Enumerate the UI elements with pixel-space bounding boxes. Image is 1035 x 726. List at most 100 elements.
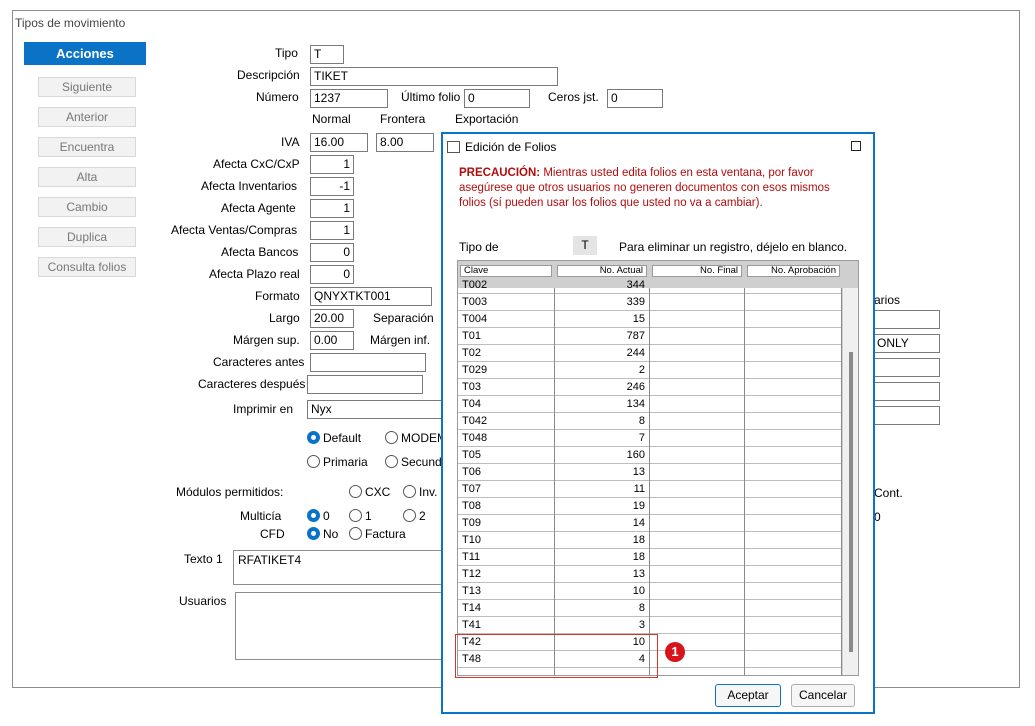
largo-field[interactable]: 20.00 bbox=[310, 309, 354, 328]
table-row[interactable]: T11 18 bbox=[458, 549, 842, 566]
cell-aprobacion[interactable] bbox=[745, 634, 841, 651]
cell-aprobacion[interactable] bbox=[745, 481, 841, 498]
siguiente-button[interactable]: Siguiente bbox=[38, 77, 136, 97]
numero-field[interactable]: 1237 bbox=[310, 89, 388, 108]
cell-final[interactable] bbox=[650, 600, 744, 617]
vertical-scrollbar[interactable] bbox=[842, 288, 858, 675]
table-row[interactable]: T14 8 bbox=[458, 600, 842, 617]
radio-primaria[interactable] bbox=[307, 455, 320, 468]
cell-final[interactable] bbox=[650, 617, 744, 634]
cell-clave[interactable]: T048 bbox=[458, 430, 554, 447]
col-actual-header[interactable]: No. Actual bbox=[557, 265, 647, 277]
ceros-field[interactable]: 0 bbox=[607, 89, 663, 108]
texto1-field[interactable]: RFATIKET4 bbox=[233, 550, 443, 585]
cell-actual[interactable]: 18 bbox=[555, 549, 649, 566]
cell-aprobacion[interactable] bbox=[745, 464, 841, 481]
table-row[interactable]: T003 339 bbox=[458, 294, 842, 311]
descripcion-field[interactable]: TIKET bbox=[310, 67, 558, 86]
cell-actual[interactable]: 18 bbox=[555, 532, 649, 549]
alta-button[interactable]: Alta bbox=[38, 167, 136, 187]
cell-clave[interactable]: T003 bbox=[458, 294, 554, 311]
cell-final[interactable] bbox=[650, 634, 744, 651]
cell-clave[interactable]: T05 bbox=[458, 447, 554, 464]
cell-aprobacion[interactable] bbox=[745, 600, 841, 617]
iva-normal-field[interactable]: 16.00 bbox=[310, 133, 368, 152]
table-row[interactable]: T042 8 bbox=[458, 413, 842, 430]
cell-clave[interactable]: T04 bbox=[458, 396, 554, 413]
cell-aprobacion[interactable] bbox=[745, 362, 841, 379]
cell-aprobacion[interactable] bbox=[745, 345, 841, 362]
cell-actual[interactable]: 7 bbox=[555, 430, 649, 447]
cell-aprobacion[interactable] bbox=[745, 549, 841, 566]
table-row[interactable]: T01 787 bbox=[458, 328, 842, 345]
table-row[interactable]: T002 344 bbox=[458, 277, 842, 294]
cell-final[interactable] bbox=[650, 294, 744, 311]
cell-actual[interactable]: 134 bbox=[555, 396, 649, 413]
cell-aprobacion[interactable] bbox=[745, 379, 841, 396]
cell-final[interactable] bbox=[650, 379, 744, 396]
margen-sup-field[interactable]: 0.00 bbox=[310, 331, 354, 350]
cell-actual[interactable]: 244 bbox=[555, 345, 649, 362]
cell-actual[interactable]: 10 bbox=[555, 583, 649, 600]
cell-final[interactable] bbox=[650, 566, 744, 583]
table-row[interactable]: T41 3 bbox=[458, 617, 842, 634]
cell-aprobacion[interactable] bbox=[745, 277, 841, 294]
table-row[interactable]: T048 7 bbox=[458, 430, 842, 447]
radio-default[interactable] bbox=[307, 431, 320, 444]
cell-aprobacion[interactable] bbox=[745, 532, 841, 549]
cell-aprobacion[interactable] bbox=[745, 583, 841, 600]
radio-cfd-no[interactable] bbox=[307, 527, 320, 540]
cell-actual[interactable]: 787 bbox=[555, 328, 649, 345]
cell-final[interactable] bbox=[650, 413, 744, 430]
cell-aprobacion[interactable] bbox=[745, 617, 841, 634]
caracteres-antes-field[interactable] bbox=[310, 353, 426, 372]
radio-mod-inv[interactable] bbox=[403, 485, 416, 498]
cell-final[interactable] bbox=[650, 651, 744, 668]
cell-aprobacion[interactable] bbox=[745, 396, 841, 413]
table-row[interactable]: T08 19 bbox=[458, 498, 842, 515]
right-partial-field-5[interactable] bbox=[873, 406, 940, 425]
duplica-button[interactable]: Duplica bbox=[38, 227, 136, 247]
cell-clave[interactable]: T12 bbox=[458, 566, 554, 583]
iva-frontera-field[interactable]: 8.00 bbox=[376, 133, 434, 152]
right-partial-field-4[interactable] bbox=[873, 382, 940, 401]
cell-final[interactable] bbox=[650, 481, 744, 498]
radio-mod-cxc[interactable] bbox=[349, 485, 362, 498]
consulta-folios-button[interactable]: Consulta folios bbox=[38, 257, 136, 277]
cell-actual[interactable]: 160 bbox=[555, 447, 649, 464]
cell-clave[interactable]: T02 bbox=[458, 345, 554, 362]
cell-final[interactable] bbox=[650, 277, 744, 294]
cell-aprobacion[interactable] bbox=[745, 447, 841, 464]
encuentra-button[interactable]: Encuentra bbox=[38, 137, 136, 157]
cell-final[interactable] bbox=[650, 549, 744, 566]
formato-field[interactable]: QNYXTKT001 bbox=[310, 287, 432, 306]
right-partial-field-1[interactable] bbox=[873, 310, 940, 329]
cell-actual[interactable]: 14 bbox=[555, 515, 649, 532]
cell-clave[interactable]: T08 bbox=[458, 498, 554, 515]
cell-clave[interactable]: T41 bbox=[458, 617, 554, 634]
cell-actual[interactable]: 19 bbox=[555, 498, 649, 515]
radio-modem[interactable] bbox=[385, 431, 398, 444]
cell-aprobacion[interactable] bbox=[745, 566, 841, 583]
anterior-button[interactable]: Anterior bbox=[38, 107, 136, 127]
cell-actual[interactable]: 3 bbox=[555, 617, 649, 634]
cell-final[interactable] bbox=[650, 583, 744, 600]
afecta-inventarios-field[interactable]: -1 bbox=[310, 177, 354, 196]
radio-multicia-2[interactable] bbox=[403, 509, 416, 522]
cell-aprobacion[interactable] bbox=[745, 413, 841, 430]
table-row[interactable]: T06 13 bbox=[458, 464, 842, 481]
cell-final[interactable] bbox=[650, 464, 744, 481]
tipo-field[interactable]: T bbox=[310, 45, 344, 64]
radio-cfd-factura[interactable] bbox=[349, 527, 362, 540]
cell-actual[interactable]: 8 bbox=[555, 413, 649, 430]
cell-aprobacion[interactable] bbox=[745, 328, 841, 345]
usuarios-field[interactable] bbox=[235, 592, 443, 660]
maximize-icon[interactable] bbox=[851, 141, 861, 151]
cell-clave[interactable]: T11 bbox=[458, 549, 554, 566]
cell-actual[interactable]: 2 bbox=[555, 362, 649, 379]
afecta-bancos-field[interactable]: 0 bbox=[310, 243, 354, 262]
table-row[interactable]: T03 246 bbox=[458, 379, 842, 396]
cambio-button[interactable]: Cambio bbox=[38, 197, 136, 217]
table-row[interactable]: T004 15 bbox=[458, 311, 842, 328]
right-partial-field-2[interactable]: ONLY bbox=[873, 334, 940, 353]
